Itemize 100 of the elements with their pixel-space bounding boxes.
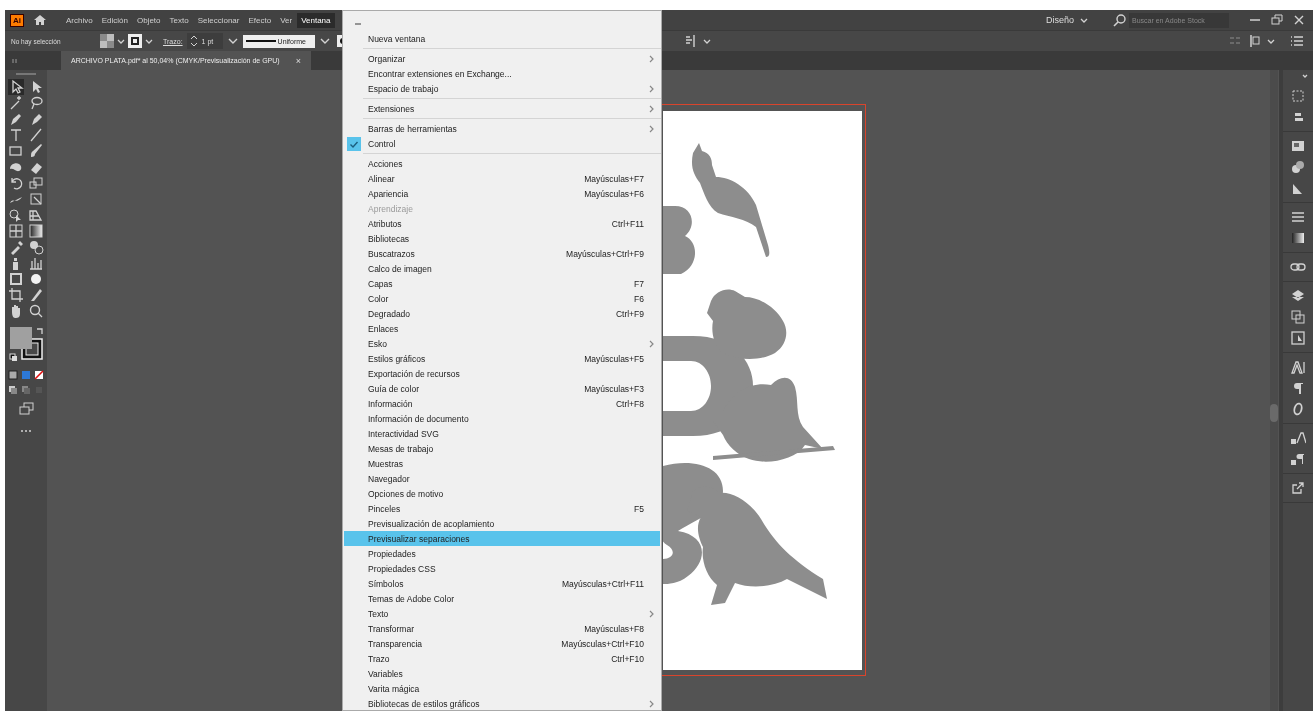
fill-swatch-icon[interactable] [99,33,115,49]
transform-icon[interactable] [1290,88,1306,104]
scale-icon[interactable] [28,175,44,191]
pen-icon[interactable] [8,111,24,127]
symbols-icon[interactable] [1290,159,1306,175]
menu-item[interactable]: Espacio de trabajo [344,81,660,96]
dropdown-icon[interactable] [226,36,239,46]
line-icon[interactable] [28,127,44,143]
menu-item[interactable]: Previsualizar separaciones [344,531,660,546]
perspective-grid-icon[interactable] [28,207,44,223]
menu-item[interactable]: Propiedades CSS [344,561,660,576]
screen-mode-icon[interactable] [18,401,34,417]
menu-item[interactable]: Acciones [344,156,660,171]
menu-item[interactable]: Varita mágica [344,681,660,696]
menu-item[interactable]: Navegador [344,471,660,486]
fill-color-icon[interactable] [10,327,32,349]
menu-item[interactable]: Opciones de motivo [344,486,660,501]
menu-item[interactable]: Seleccionar [193,12,244,28]
menu-item[interactable]: Nueva ventana [344,31,660,46]
rotate-icon[interactable] [8,175,24,191]
menu-item[interactable]: Guía de color Mayúsculas+F3 [344,381,660,396]
menu-item[interactable]: Exportación de recursos [344,366,660,381]
menu-item[interactable]: Interactividad SVG [344,426,660,441]
stroke-panel-icon[interactable] [1290,209,1306,225]
menu-item[interactable]: Información Ctrl+F8 [344,396,660,411]
menu-item[interactable]: Propiedades [344,546,660,561]
gradient-icon[interactable] [28,223,44,239]
restore-icon[interactable] [1269,12,1285,28]
menu-item[interactable]: Bibliotecas [344,231,660,246]
menu-item[interactable]: Color F6 [344,291,660,306]
crop-icon[interactable] [8,287,24,303]
opentype-icon[interactable] [1290,401,1306,417]
menu-item[interactable]: Ventana [297,12,335,28]
blend-icon[interactable] [28,239,44,255]
menu-item[interactable]: Encontrar extensiones en Exchange... [344,66,660,81]
menu-item[interactable]: Alinear Mayúsculas+F7 [344,171,660,186]
menu-item[interactable]: Previsualización de acoplamiento [344,516,660,531]
menu-item[interactable]: Temas de Adobe Color [344,591,660,606]
home-icon[interactable] [32,12,48,28]
draw-behind-icon[interactable] [21,385,31,395]
menu-item[interactable]: Muestras [344,456,660,471]
menu-item[interactable]: Texto [344,606,660,621]
shape-builder-icon[interactable] [8,207,24,223]
character-styles-icon[interactable] [1290,430,1306,446]
menu-item[interactable]: Transparencia Mayúsculas+Ctrl+F10 [344,636,660,651]
character-icon[interactable] [1290,359,1306,375]
rectangle-icon[interactable] [8,143,24,159]
scrollbar-thumb[interactable] [1270,404,1278,422]
menu-item[interactable]: Control [344,136,660,151]
export-icon[interactable] [1290,480,1306,496]
menu-item[interactable]: Edición [97,12,132,28]
menu-item[interactable]: Degradado Ctrl+F9 [344,306,660,321]
menu-item[interactable]: Texto [165,12,193,28]
menu-item[interactable]: Esko [344,336,660,351]
menu-item[interactable]: Capas F7 [344,276,660,291]
paragraph-styles-icon[interactable] [1290,451,1306,467]
menu-item[interactable]: Información de documento [344,411,660,426]
lasso-icon[interactable] [28,95,44,111]
menu-item[interactable]: Efecto [244,12,276,28]
collapse-icon[interactable] [1301,73,1309,79]
menu-item[interactable]: Bibliotecas de estilos gráficos [344,696,660,710]
menu-item[interactable]: Transformar Mayúsculas+F8 [344,621,660,636]
menu-item[interactable]: Pinceles F5 [344,501,660,516]
menu-item[interactable]: Barras de herramientas [344,121,660,136]
menu-item[interactable]: Mesas de trabajo [344,441,660,456]
menu-item[interactable]: Objeto [132,12,165,28]
image-icon[interactable] [1290,138,1306,154]
paintbrush-icon[interactable] [28,143,44,159]
zoom-icon[interactable] [28,303,44,319]
gradient-panel-icon[interactable] [1290,230,1306,246]
list-icon[interactable] [1289,33,1305,49]
bar-chart-icon[interactable] [28,255,44,271]
stroke-swatch-icon[interactable] [127,33,143,49]
menu-item[interactable]: Archivo [62,12,97,28]
menu-item[interactable]: Organizar [344,51,660,66]
close-tab-button[interactable]: × [293,55,303,66]
none-mode-icon[interactable] [34,370,44,380]
menu-item[interactable]: Variables [344,666,660,681]
mesh-icon[interactable] [8,223,24,239]
distribute-icon[interactable] [1247,33,1263,49]
scrollbar[interactable] [1270,70,1278,711]
workspace-switcher[interactable]: Diseño [1040,14,1094,26]
artboard-icon[interactable] [8,271,24,287]
menu-item[interactable]: Apariencia Mayúsculas+F6 [344,186,660,201]
free-transform-icon[interactable] [28,191,44,207]
menu-item[interactable]: Trazo Ctrl+F10 [344,651,660,666]
menu-item[interactable]: Calco de imagen [344,261,660,276]
menu-item[interactable]: Estilos gráficos Mayúsculas+F5 [344,351,660,366]
menu-item[interactable]: Extensiones [344,101,660,116]
more-icon[interactable] [20,429,32,433]
wand-icon[interactable] [8,95,24,111]
type-tool-icon[interactable] [8,127,24,143]
circle-icon[interactable] [28,271,44,287]
menu-item[interactable]: Atributos Ctrl+F11 [344,216,660,231]
default-colors-icon[interactable] [9,353,18,362]
artboards-icon[interactable] [1290,309,1306,325]
dropdown-icon[interactable] [318,36,331,46]
pointer-icon[interactable] [8,79,24,95]
menu-item[interactable]: Buscatrazos Mayúsculas+Ctrl+F9 [344,246,660,261]
asset-export-icon[interactable] [1290,330,1306,346]
